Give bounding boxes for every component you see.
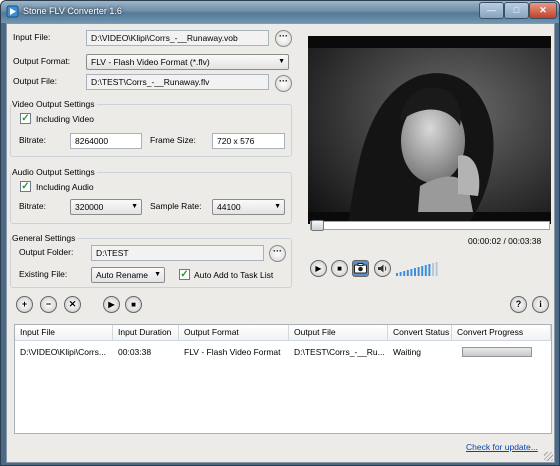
seek-bar[interactable] [310, 220, 550, 231]
input-browse-button[interactable]: ··· [275, 30, 292, 47]
including-audio-checkbox[interactable]: ✓ [20, 181, 31, 192]
task-list[interactable]: Input File Input Duration Output Format … [14, 324, 552, 434]
camera-icon [354, 263, 367, 274]
existing-file-label: Existing File: [19, 269, 68, 279]
chevron-down-icon: ▼ [131, 203, 138, 210]
title-bar[interactable]: Stone FLV Converter 1.6 — □ ✕ [1, 1, 559, 23]
cell-input-duration: 00:03:38 [118, 347, 152, 357]
volume-level-bar [417, 267, 420, 276]
volume-button[interactable] [374, 260, 391, 277]
cell-output-format: FLV - Flash Video Format [184, 347, 281, 357]
column-header-convert-progress[interactable]: Convert Progress [452, 325, 551, 341]
input-file-field[interactable]: D:\VIDEO\Klipi\Corrs_-__Runaway.vob [86, 30, 269, 46]
check-icon: ✓ [21, 181, 30, 192]
audio-bitrate-value: 320000 [75, 202, 104, 212]
audio-bitrate-select[interactable]: 320000 ▼ [70, 199, 142, 215]
sample-rate-label: Sample Rate: [150, 201, 202, 211]
including-video-label: Including Video [36, 114, 94, 124]
add-file-button[interactable]: + [16, 296, 33, 313]
volume-level-bar [428, 264, 431, 276]
sample-rate-value: 44100 [217, 202, 241, 212]
volume-level-bar [403, 271, 406, 276]
output-format-value: FLV - Flash Video Format (*.flv) [91, 57, 210, 67]
including-video-checkbox[interactable]: ✓ [20, 113, 31, 124]
video-bitrate-input[interactable]: 8264000 [70, 133, 142, 149]
check-for-update-link[interactable]: Check for update... [466, 442, 538, 452]
cell-convert-progress-bar [462, 347, 532, 357]
cell-input-file: D:\VIDEO\Klipi\Corrs... [20, 347, 106, 357]
volume-level-bar [435, 262, 438, 276]
existing-file-value: Auto Rename [96, 270, 148, 280]
frame-size-label: Frame Size: [150, 135, 196, 145]
info-button[interactable]: i [532, 296, 549, 313]
stop-button[interactable]: ■ [331, 260, 348, 277]
volume-level-bar [424, 265, 427, 276]
output-file-label: Output File: [13, 76, 57, 86]
play-button[interactable]: ▶ [310, 260, 327, 277]
volume-level-bar [432, 263, 434, 276]
audio-settings-title: Audio Output Settings [12, 167, 97, 177]
output-folder-label: Output Folder: [19, 247, 74, 257]
output-folder-browse-button[interactable]: ··· [269, 245, 286, 262]
volume-level-bar [406, 270, 409, 276]
auto-add-checkbox[interactable]: ✓ [179, 269, 190, 280]
video-settings-group [10, 104, 292, 157]
cell-output-file: D:\TEST\Corrs_-__Ru... [294, 347, 385, 357]
clear-list-button[interactable]: ✕ [64, 296, 81, 313]
start-convert-button[interactable]: ▶ [103, 296, 120, 313]
volume-level-bar [421, 266, 424, 276]
speaker-icon [378, 264, 387, 273]
output-file-field[interactable]: D:\TEST\Corrs_-__Runaway.flv [86, 74, 269, 90]
column-header-input-duration[interactable]: Input Duration [113, 325, 179, 341]
output-folder-field[interactable]: D:\TEST [91, 245, 264, 261]
audio-bitrate-label: Bitrate: [19, 201, 46, 211]
main-panel: Input File: D:\VIDEO\Klipi\Corrs_-__Runa… [6, 23, 555, 463]
video-preview[interactable] [308, 36, 551, 224]
resize-grip[interactable] [544, 452, 553, 461]
audio-settings-group [10, 172, 292, 224]
frame-size-input[interactable]: 720 x 576 [212, 133, 285, 149]
chevron-down-icon: ▼ [154, 271, 161, 278]
video-bitrate-label: Bitrate: [19, 135, 46, 145]
output-browse-button[interactable]: ··· [275, 75, 292, 92]
remove-file-button[interactable]: − [40, 296, 57, 313]
input-file-label: Input File: [13, 32, 51, 42]
chevron-down-icon: ▼ [274, 203, 281, 210]
sample-rate-select[interactable]: 44100 ▼ [212, 199, 285, 215]
app-logo-icon [6, 5, 19, 18]
existing-file-select[interactable]: Auto Rename ▼ [91, 267, 165, 283]
general-settings-title: General Settings [12, 233, 78, 243]
time-display: 00:00:02 / 00:03:38 [468, 236, 542, 246]
volume-slider[interactable] [394, 260, 440, 277]
auto-add-label: Auto Add to Task List [194, 270, 274, 280]
snapshot-button[interactable] [352, 260, 369, 277]
seek-bar-thumb[interactable] [311, 220, 324, 231]
window-title: Stone FLV Converter 1.6 [23, 6, 122, 16]
check-icon: ✓ [180, 269, 189, 280]
video-frame-image [308, 36, 551, 224]
column-header-output-file[interactable]: Output File [289, 325, 388, 341]
column-header-output-format[interactable]: Output Format [179, 325, 289, 341]
output-format-select[interactable]: FLV - Flash Video Format (*.flv) ▼ [86, 54, 289, 70]
column-header-input-file[interactable]: Input File [15, 325, 113, 341]
close-button[interactable]: ✕ [529, 2, 557, 19]
including-audio-label: Including Audio [36, 182, 94, 192]
volume-level-bar [399, 272, 402, 276]
column-header-convert-status[interactable]: Convert Status [388, 325, 452, 341]
video-settings-title: Video Output Settings [12, 99, 97, 109]
volume-level-bar [410, 269, 413, 276]
minimize-button[interactable]: — [479, 2, 504, 19]
app-window: Stone FLV Converter 1.6 — □ ✕ Input File… [0, 0, 560, 466]
check-icon: ✓ [21, 113, 30, 124]
help-button[interactable]: ? [510, 296, 527, 313]
output-format-label: Output Format: [13, 56, 71, 66]
volume-level-bar [414, 268, 416, 276]
chevron-down-icon: ▼ [278, 58, 285, 65]
cell-convert-status: Waiting [393, 347, 422, 357]
maximize-button[interactable]: □ [504, 2, 529, 19]
volume-level-bar [396, 273, 398, 276]
stop-convert-button[interactable]: ■ [125, 296, 142, 313]
